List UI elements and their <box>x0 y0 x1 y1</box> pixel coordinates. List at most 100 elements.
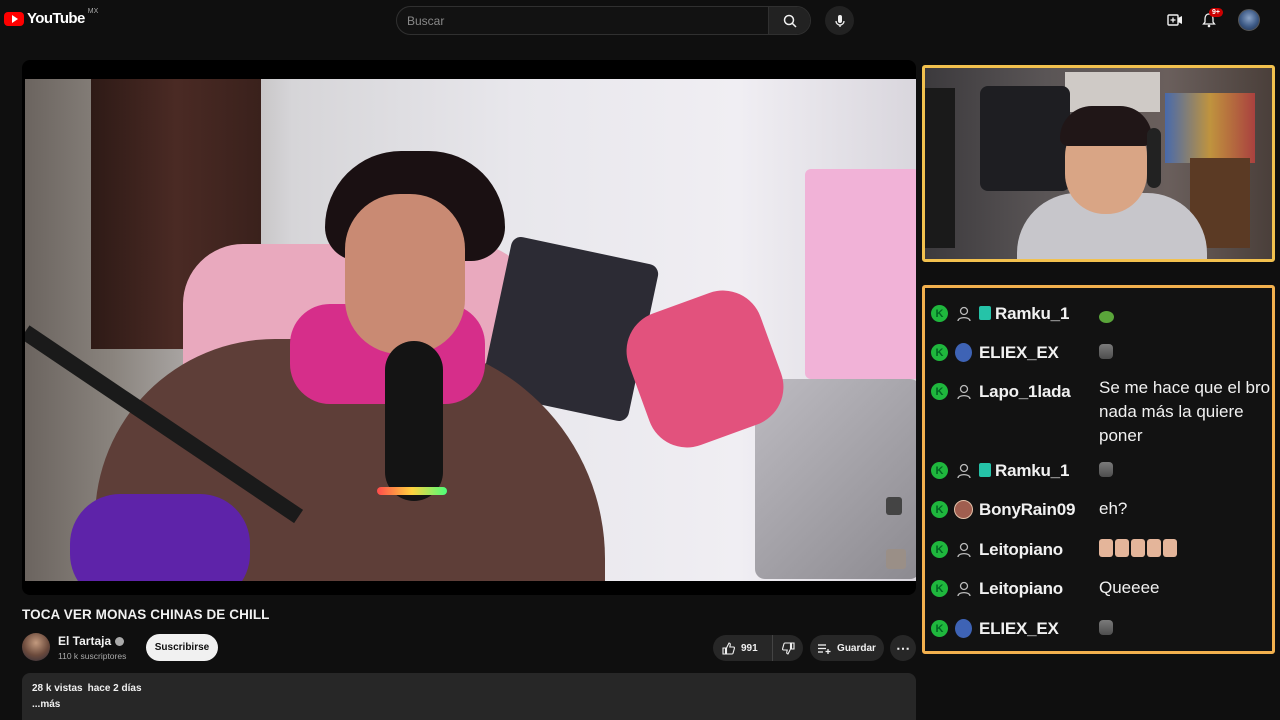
kick-badge-icon: K <box>931 383 948 400</box>
thumbs-down-icon <box>781 641 795 655</box>
chat-message: K ELIEX_EX <box>931 342 1059 363</box>
chat-emote-container <box>1099 618 1274 642</box>
chat-username: Ramku_1 <box>995 304 1070 323</box>
webcam-scene-headset <box>1147 128 1161 188</box>
video-title: TOCA VER MONAS CHINAS DE CHILL <box>22 607 270 622</box>
kick-badge-icon: K <box>931 462 948 479</box>
lock-icon <box>886 497 902 515</box>
save-button[interactable]: Guardar <box>810 635 884 661</box>
chat-overlay: K Ramku_1 K ELIEX_EX K Lapo_1lada Se me … <box>922 285 1275 654</box>
notification-count-badge: 9+ <box>1209 8 1223 17</box>
kick-badge-icon: K <box>931 501 948 518</box>
save-label: Guardar <box>837 642 876 654</box>
user-avatar-icon <box>954 500 973 519</box>
video-scene-mic-light <box>377 487 447 495</box>
chat-message-text: eh? <box>1099 499 1128 518</box>
search-icon <box>783 14 797 28</box>
gift-sub-icon <box>979 306 991 320</box>
description-box[interactable]: 28 k vistas hace 2 días ...más <box>22 673 916 720</box>
search-button[interactable] <box>768 7 810 34</box>
channel-name-row[interactable]: El Tartaja <box>58 634 125 648</box>
face-emote <box>1099 344 1113 359</box>
description-more-link[interactable]: ...más <box>32 699 906 710</box>
chat-emote-container <box>1099 306 1274 330</box>
webcam-scene-mic-arm <box>925 88 955 248</box>
kick-badge-icon: K <box>931 541 948 558</box>
playlist-add-icon <box>818 643 831 654</box>
user-icon <box>954 382 973 401</box>
video-scene-sleeve <box>70 494 250 581</box>
chat-emote-container <box>1099 342 1274 366</box>
chat-username: Lapo_1lada <box>979 382 1071 401</box>
search-box <box>396 6 811 35</box>
youtube-logo-icon <box>4 11 24 26</box>
region-label: MX <box>87 8 99 15</box>
voice-search-button[interactable] <box>825 6 854 35</box>
channel-name[interactable]: El Tartaja <box>58 634 111 648</box>
kick-badge-icon: K <box>931 344 948 361</box>
microphone-icon <box>834 14 845 27</box>
chat-message-text: Queeee <box>1099 578 1160 597</box>
chat-message: K Ramku_1 <box>931 460 1069 481</box>
video-scene-pink-box <box>805 169 916 379</box>
upload-time: hace 2 días <box>87 683 142 694</box>
youtube-logo[interactable]: YouTube MX <box>4 8 99 27</box>
video-frame[interactable] <box>25 79 916 581</box>
more-actions-button[interactable]: ⋯ <box>890 635 916 661</box>
user-avatar-icon <box>954 619 973 638</box>
kick-badge-icon: K <box>931 305 948 322</box>
video-player[interactable] <box>22 60 916 595</box>
chat-message: K Leitopiano <box>931 578 1063 599</box>
subscribe-button[interactable]: Suscribirse <box>146 634 218 661</box>
channel-avatar[interactable] <box>22 633 50 661</box>
like-dislike-group: 991 <box>713 635 803 661</box>
dislike-button[interactable] <box>773 635 803 661</box>
face-emote <box>1099 462 1113 477</box>
create-button[interactable] <box>1165 10 1185 30</box>
thumbs-up-icon <box>722 641 735 655</box>
chat-username: Ramku_1 <box>995 461 1070 480</box>
face-emote <box>1099 620 1113 635</box>
chat-message: K Lapo_1lada <box>931 381 1071 402</box>
frog-emote <box>1099 311 1114 323</box>
view-count: 28 k vistas <box>32 683 83 694</box>
user-icon <box>954 540 973 559</box>
like-count: 991 <box>741 642 758 654</box>
chat-message: K Leitopiano <box>931 539 1063 560</box>
video-scene-face <box>345 194 465 354</box>
chat-message: K BonyRain09 <box>931 499 1075 520</box>
chat-username: Leitopiano <box>979 579 1063 598</box>
chat-emote-container <box>1099 539 1274 557</box>
chat-username: Leitopiano <box>979 540 1063 559</box>
chat-username: ELIEX_EX <box>979 343 1059 362</box>
chat-username: ELIEX_EX <box>979 619 1059 638</box>
chat-message: K ELIEX_EX <box>931 618 1059 639</box>
video-scene-microphone <box>385 341 443 501</box>
corner-avatar-thumbnail <box>886 549 906 569</box>
chat-username: BonyRain09 <box>979 500 1076 519</box>
subscriber-count: 110 k suscriptores <box>58 651 127 661</box>
logo-text: YouTube <box>27 10 85 27</box>
top-bar: YouTube MX 9+ <box>0 0 1280 40</box>
user-avatar-icon <box>954 343 973 362</box>
chat-message-text: Se me hace que el bro nada más la quiere… <box>1099 378 1271 445</box>
description-meta: 28 k vistas hace 2 días <box>32 683 906 694</box>
kick-badge-icon: K <box>931 580 948 597</box>
webcam-overlay <box>922 65 1275 262</box>
user-icon <box>954 579 973 598</box>
user-icon <box>954 461 973 480</box>
search-input[interactable] <box>397 7 770 34</box>
account-avatar[interactable] <box>1238 9 1260 31</box>
gift-sub-icon <box>979 463 991 477</box>
chat-emote-container <box>1099 460 1274 484</box>
webcam-scene-jersey <box>980 86 1070 191</box>
more-horizontal-icon: ⋯ <box>896 639 910 656</box>
chat-message: K Ramku_1 <box>931 303 1069 324</box>
webcam-scene-toys <box>1165 93 1255 163</box>
kick-badge-icon: K <box>931 620 948 637</box>
user-icon <box>954 304 973 323</box>
create-video-icon <box>1167 14 1182 26</box>
like-button[interactable]: 991 <box>713 635 773 661</box>
webcam-scene-hair <box>1060 106 1152 146</box>
face-strip-emote <box>1099 539 1274 557</box>
